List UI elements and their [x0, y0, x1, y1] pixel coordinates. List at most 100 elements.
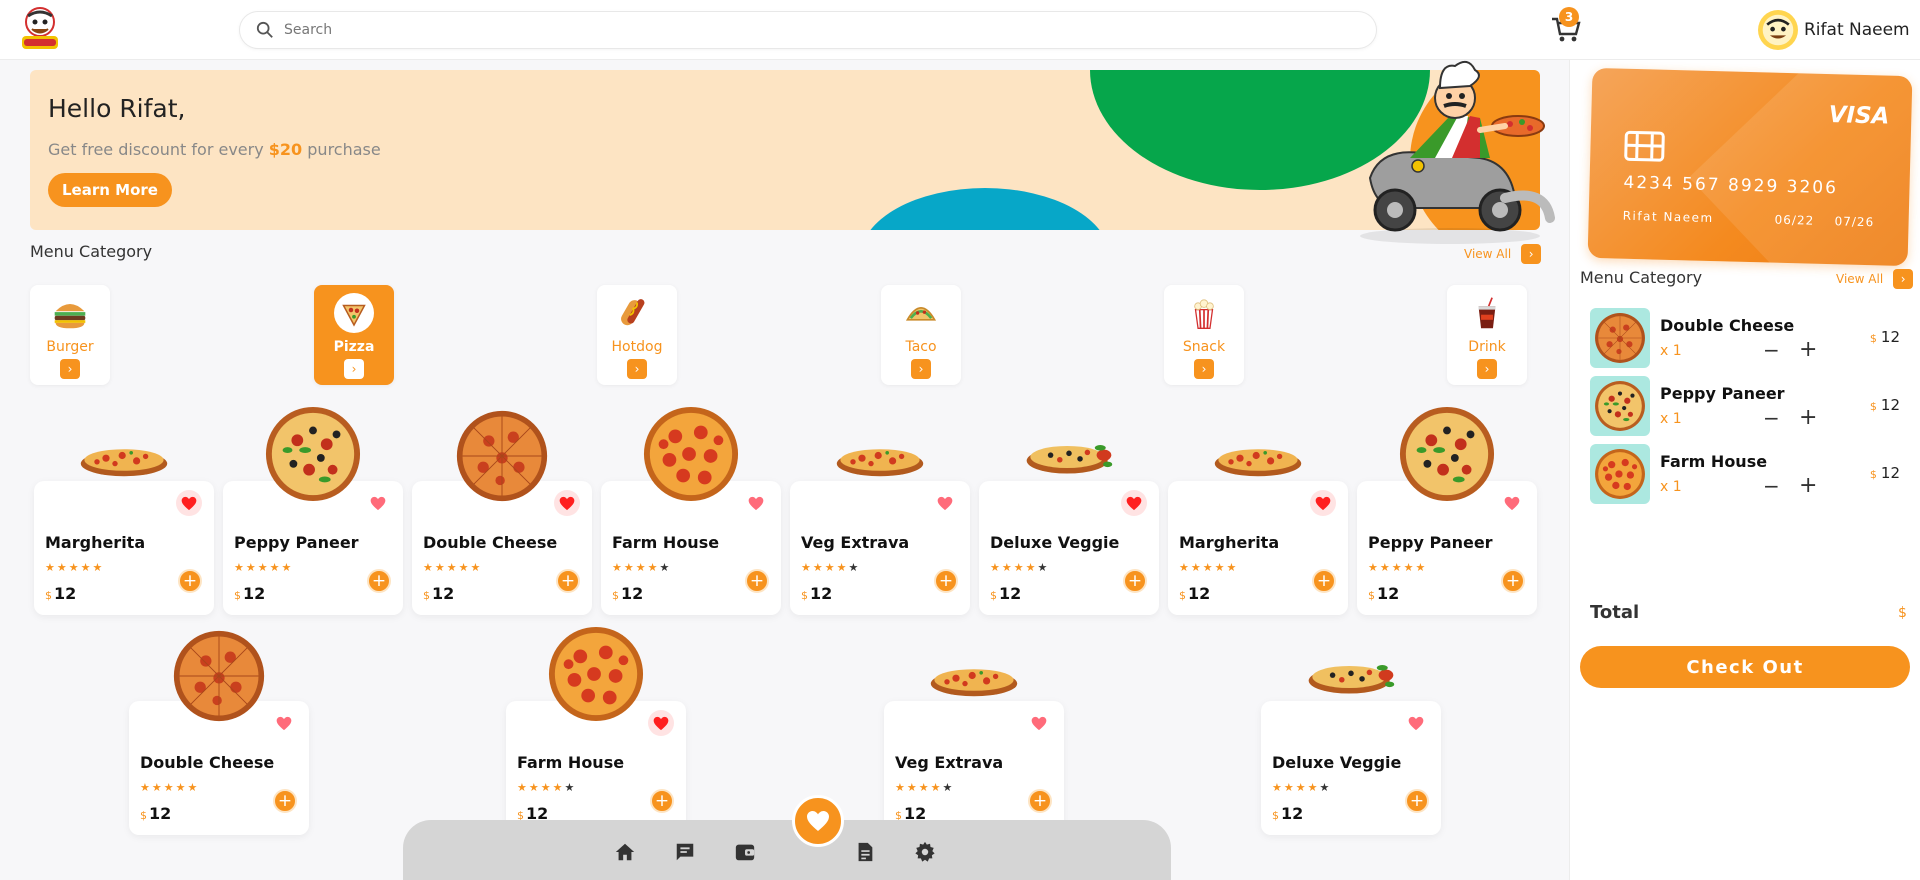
product-price: $12	[1179, 584, 1210, 603]
chevron-right-icon[interactable]: ›	[627, 359, 647, 379]
chat-icon[interactable]	[673, 840, 697, 864]
category-label: Burger	[46, 339, 94, 355]
chevron-right-icon[interactable]: ›	[344, 359, 364, 379]
heart-icon[interactable]	[1121, 490, 1147, 516]
increase-quantity-button[interactable]: +	[1799, 337, 1817, 362]
product-card[interactable]: Peppy Paneer ★★★★★ $12 +	[223, 481, 403, 615]
heart-icon[interactable]	[1501, 493, 1523, 513]
heart-icon[interactable]	[554, 490, 580, 516]
star-rating: ★★★★★	[801, 561, 861, 574]
add-to-cart-button[interactable]: +	[367, 569, 391, 593]
decrease-quantity-button[interactable]: −	[1763, 406, 1780, 430]
product-card[interactable]: Peppy Paneer ★★★★★ $12 +	[1357, 481, 1537, 615]
order-item-quantity: x 1	[1660, 411, 1682, 427]
price-value: 12	[54, 584, 77, 603]
product-card[interactable]: Veg Extrava ★★★★★ $12 +	[790, 481, 970, 615]
add-to-cart-button[interactable]: +	[745, 569, 769, 593]
add-to-cart-button[interactable]: +	[1405, 789, 1429, 813]
category-hotdog[interactable]: Hotdog ›	[597, 285, 677, 385]
heart-icon[interactable]	[176, 490, 202, 516]
product-card[interactable]: Farm House ★★★★★ $12 +	[601, 481, 781, 615]
heart-icon[interactable]	[648, 710, 674, 736]
pizza-image	[1213, 441, 1303, 479]
heart-icon[interactable]	[745, 493, 767, 513]
wallet-icon[interactable]	[733, 840, 757, 864]
product-card[interactable]: Margherita ★★★★★ $12 +	[34, 481, 214, 615]
product-name: Margherita	[1179, 533, 1280, 552]
price-value: 12	[621, 584, 644, 603]
view-all-link[interactable]: View All ›	[1464, 244, 1542, 264]
product-card[interactable]: Double Cheese ★★★★★ $12 +	[412, 481, 592, 615]
decrease-quantity-button[interactable]: −	[1763, 338, 1780, 362]
chevron-right-icon[interactable]: ›	[911, 359, 931, 379]
promo-banner: Hello Rifat, Get free discount for every…	[30, 70, 1540, 230]
increase-quantity-button[interactable]: +	[1799, 405, 1817, 430]
banner-greeting: Hello Rifat,	[48, 94, 186, 123]
star-rating: ★★★★★	[517, 781, 577, 794]
increase-quantity-button[interactable]: +	[1799, 473, 1817, 498]
category-pizza[interactable]: Pizza ›	[314, 285, 394, 385]
document-icon[interactable]	[853, 840, 877, 864]
product-card[interactable]: Double Cheese ★★★★★ $12 +	[129, 701, 309, 835]
burger-icon	[50, 293, 90, 333]
price-value: 12	[432, 584, 455, 603]
search-input[interactable]	[284, 22, 1284, 38]
add-to-cart-button[interactable]: +	[1028, 789, 1052, 813]
product-card[interactable]: Farm House ★★★★★ $12 +	[506, 701, 686, 835]
favorite-icon[interactable]	[792, 795, 844, 847]
decrease-quantity-button[interactable]: −	[1763, 474, 1780, 498]
top-bar: 3 Rifat Naeem	[0, 0, 1920, 60]
pizza-image	[1023, 437, 1115, 477]
checkout-button[interactable]: Check Out	[1580, 646, 1910, 688]
home-icon[interactable]	[613, 840, 637, 864]
view-all-link[interactable]: View All ›	[1836, 269, 1914, 289]
add-to-cart-button[interactable]: +	[650, 789, 674, 813]
order-item-price: $12	[1870, 328, 1900, 346]
product-price: $12	[1368, 584, 1399, 603]
pringles-logo[interactable]	[20, 6, 60, 52]
user-menu[interactable]: Rifat Naeem	[1758, 10, 1910, 50]
heart-icon[interactable]	[934, 493, 956, 513]
heart-icon[interactable]	[273, 713, 295, 733]
add-to-cart-button[interactable]: +	[178, 569, 202, 593]
heart-icon[interactable]	[367, 493, 389, 513]
learn-more-button[interactable]: Learn More	[48, 173, 172, 207]
product-card[interactable]: Deluxe Veggie ★★★★★ $12 +	[1261, 701, 1441, 835]
add-to-cart-button[interactable]: +	[556, 569, 580, 593]
right-panel: VISA 4234 567 8929 3206 Rifat Naeem 06/2…	[1569, 60, 1920, 880]
heart-icon[interactable]	[1310, 490, 1336, 516]
product-name: Veg Extrava	[895, 753, 1004, 772]
add-to-cart-button[interactable]: +	[934, 569, 958, 593]
category-drink[interactable]: Drink ›	[1447, 285, 1527, 385]
product-card[interactable]: Deluxe Veggie ★★★★★ $12 +	[979, 481, 1159, 615]
add-to-cart-button[interactable]: +	[1312, 569, 1336, 593]
card-decor	[1688, 67, 1913, 267]
settings-icon[interactable]	[913, 840, 937, 864]
payment-card[interactable]: VISA 4234 567 8929 3206 Rifat Naeem 06/2…	[1587, 67, 1913, 267]
banner-promo-text: Get free discount for every $20 purchase	[48, 140, 381, 159]
cart-count-badge: 3	[1559, 7, 1579, 27]
search-bar[interactable]	[240, 12, 1376, 48]
add-to-cart-button[interactable]: +	[1501, 569, 1525, 593]
star-rating: ★★★★★	[1272, 781, 1332, 794]
product-card[interactable]: Veg Extrava ★★★★★ $12 +	[884, 701, 1064, 835]
chevron-right-icon[interactable]: ›	[60, 359, 80, 379]
category-label: Snack	[1182, 339, 1226, 355]
heart-icon[interactable]	[1405, 713, 1427, 733]
chevron-right-icon[interactable]: ›	[1194, 359, 1214, 379]
pizza-image	[835, 441, 925, 479]
order-item-image	[1590, 308, 1650, 368]
category-snack[interactable]: Snack ›	[1164, 285, 1244, 385]
price-value: 12	[1188, 584, 1211, 603]
card-date-from: 06/22	[1774, 212, 1815, 228]
add-to-cart-button[interactable]: +	[1123, 569, 1147, 593]
category-burger[interactable]: Burger ›	[30, 285, 110, 385]
heart-icon[interactable]	[1028, 713, 1050, 733]
pizza-image	[929, 661, 1019, 699]
chevron-right-icon[interactable]: ›	[1477, 359, 1497, 379]
product-card[interactable]: Margherita ★★★★★ $12 +	[1168, 481, 1348, 615]
order-item: Double Cheese x 1 − + $12	[1590, 308, 1910, 368]
category-taco[interactable]: Taco ›	[881, 285, 961, 385]
add-to-cart-button[interactable]: +	[273, 789, 297, 813]
chip-icon	[1624, 130, 1665, 162]
